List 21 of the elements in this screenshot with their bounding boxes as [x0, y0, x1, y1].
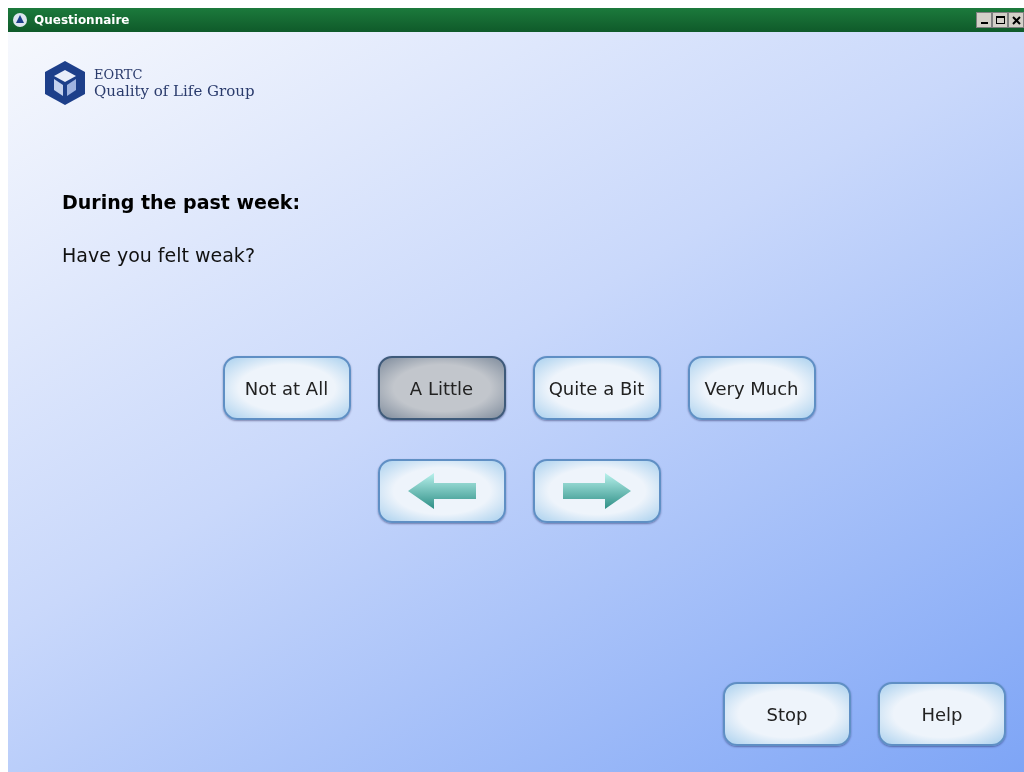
- close-button[interactable]: [1008, 12, 1024, 28]
- answer-button[interactable]: Quite a Bit: [532, 356, 661, 420]
- answer-button[interactable]: Not at All: [222, 356, 351, 420]
- maximize-button[interactable]: [992, 12, 1008, 28]
- stop-button[interactable]: Stop: [723, 682, 851, 746]
- help-button[interactable]: Help: [878, 682, 1006, 746]
- logo-subtitle: Quality of Life Group: [94, 83, 255, 100]
- answer-button[interactable]: A Little: [377, 356, 506, 420]
- question-text: Have you felt weak?: [62, 242, 256, 268]
- logo-title: EORTC: [94, 66, 144, 83]
- logo-icon: [42, 60, 88, 106]
- window-title: Questionnaire: [34, 12, 130, 29]
- minimize-button[interactable]: [976, 12, 992, 28]
- next-button[interactable]: [532, 459, 661, 523]
- app-icon: [12, 12, 28, 28]
- right-arrow-icon: [562, 473, 631, 509]
- left-arrow-icon: [407, 473, 476, 509]
- answer-button[interactable]: Very Much: [687, 356, 816, 420]
- question-heading: During the past week:: [62, 190, 302, 215]
- back-button[interactable]: [377, 459, 506, 523]
- close-icon: [1011, 15, 1021, 25]
